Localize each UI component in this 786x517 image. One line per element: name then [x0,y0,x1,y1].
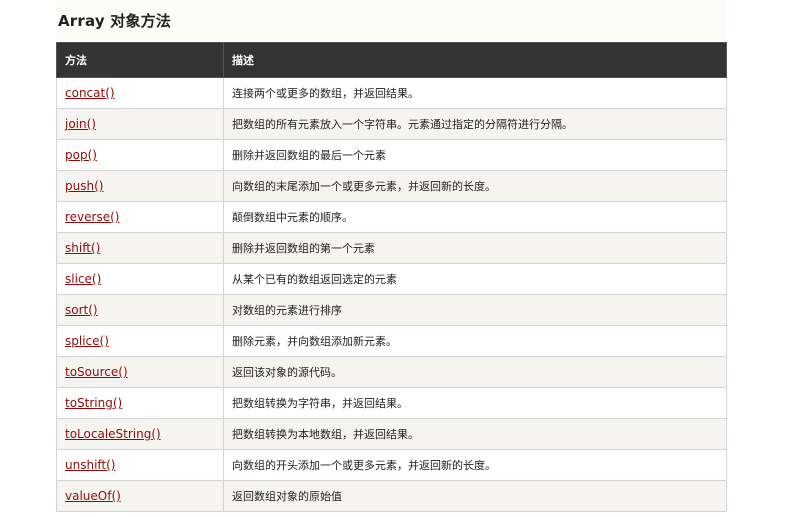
table-row: push() 向数组的末尾添加一个或更多元素，并返回新的长度。 [56,170,727,202]
method-link-pop[interactable]: pop() [65,148,97,162]
column-header-method: 方法 [56,42,224,78]
table-row: sort() 对数组的元素进行排序 [56,294,727,326]
method-cell: toString() [56,387,224,419]
method-cell: join() [56,108,224,140]
description-cell: 删除元素，并向数组添加新元素。 [223,325,727,357]
description-cell: 删除并返回数组的最后一个元素 [223,139,727,171]
page-title: Array 对象方法 [58,11,172,30]
method-cell: slice() [56,263,224,295]
description-cell: 把数组转换为本地数组，并返回结果。 [223,418,727,450]
array-methods-section: Array 对象方法 方法 描述 concat() 连接两个或更多的数组，并返回… [56,0,727,512]
method-cell: toSource() [56,356,224,388]
method-link-push[interactable]: push() [65,179,103,193]
method-link-concat[interactable]: concat() [65,86,115,100]
methods-table: 方法 描述 concat() 连接两个或更多的数组，并返回结果。 join() … [56,42,727,512]
description-cell: 颠倒数组中元素的顺序。 [223,201,727,233]
description-cell: 返回数组对象的原始值 [223,480,727,512]
method-link-splice[interactable]: splice() [65,334,109,348]
method-cell: pop() [56,139,224,171]
description-cell: 从某个已有的数组返回选定的元素 [223,263,727,295]
method-link-reverse[interactable]: reverse() [65,210,119,224]
table-row: toLocaleString() 把数组转换为本地数组，并返回结果。 [56,418,727,450]
method-link-shift[interactable]: shift() [65,241,100,255]
column-header-description: 描述 [223,42,727,78]
method-link-join[interactable]: join() [65,117,96,131]
method-link-tolocalestring[interactable]: toLocaleString() [65,427,161,441]
method-cell: sort() [56,294,224,326]
table-row: concat() 连接两个或更多的数组，并返回结果。 [56,77,727,109]
method-cell: valueOf() [56,480,224,512]
description-cell: 对数组的元素进行排序 [223,294,727,326]
table-row: pop() 删除并返回数组的最后一个元素 [56,139,727,171]
table-row: unshift() 向数组的开头添加一个或更多元素，并返回新的长度。 [56,449,727,481]
method-link-slice[interactable]: slice() [65,272,101,286]
table-header-row: 方法 描述 [56,42,727,78]
table-row: shift() 删除并返回数组的第一个元素 [56,232,727,264]
table-row: join() 把数组的所有元素放入一个字符串。元素通过指定的分隔符进行分隔。 [56,108,727,140]
description-cell: 向数组的末尾添加一个或更多元素，并返回新的长度。 [223,170,727,202]
method-link-tostring[interactable]: toString() [65,396,122,410]
method-link-valueof[interactable]: valueOf() [65,489,121,503]
method-link-tosource[interactable]: toSource() [65,365,128,379]
method-cell: push() [56,170,224,202]
description-cell: 删除并返回数组的第一个元素 [223,232,727,264]
method-cell: unshift() [56,449,224,481]
table-row: toString() 把数组转换为字符串，并返回结果。 [56,387,727,419]
method-cell: splice() [56,325,224,357]
table-row: slice() 从某个已有的数组返回选定的元素 [56,263,727,295]
description-cell: 把数组转换为字符串，并返回结果。 [223,387,727,419]
description-cell: 向数组的开头添加一个或更多元素，并返回新的长度。 [223,449,727,481]
method-cell: concat() [56,77,224,109]
method-cell: shift() [56,232,224,264]
table-row: toSource() 返回该对象的源代码。 [56,356,727,388]
method-link-unshift[interactable]: unshift() [65,458,115,472]
table-row: splice() 删除元素，并向数组添加新元素。 [56,325,727,357]
table-row: reverse() 颠倒数组中元素的顺序。 [56,201,727,233]
description-cell: 连接两个或更多的数组，并返回结果。 [223,77,727,109]
description-cell: 把数组的所有元素放入一个字符串。元素通过指定的分隔符进行分隔。 [223,108,727,140]
method-link-sort[interactable]: sort() [65,303,98,317]
method-cell: toLocaleString() [56,418,224,450]
table-row: valueOf() 返回数组对象的原始值 [56,480,727,512]
description-cell: 返回该对象的源代码。 [223,356,727,388]
title-bar: Array 对象方法 [56,0,726,40]
method-cell: reverse() [56,201,224,233]
